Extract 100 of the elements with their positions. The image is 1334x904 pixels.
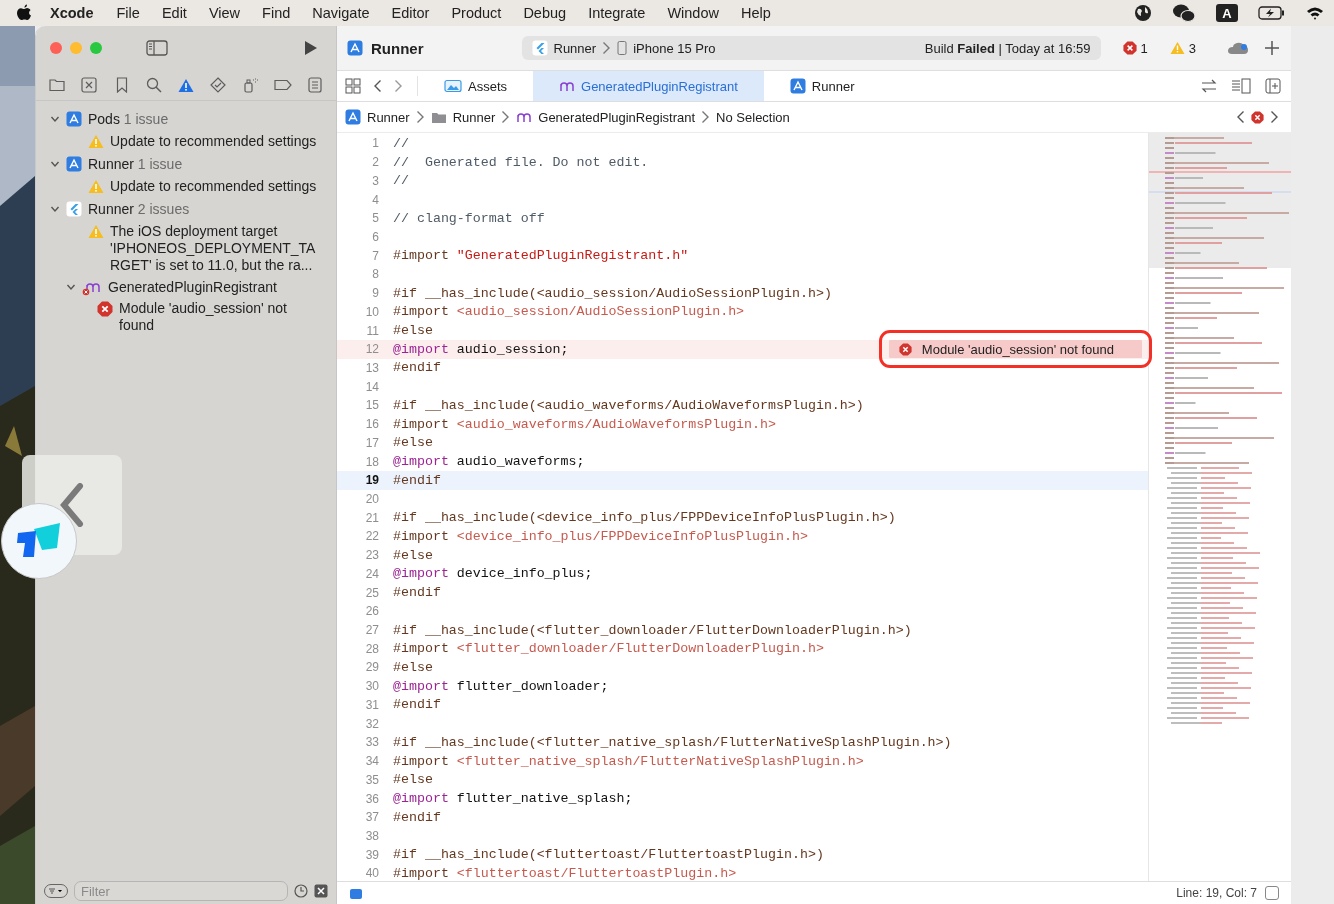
warning-count[interactable]: 3 bbox=[1188, 40, 1196, 56]
phone-icon bbox=[617, 41, 628, 55]
line-number: 22 bbox=[364, 529, 380, 544]
line-number: 34 bbox=[364, 754, 380, 769]
issue-group-title[interactable]: Runner 2 issues bbox=[88, 201, 190, 217]
line-number: 25 bbox=[364, 585, 380, 600]
editor-tab[interactable]: GeneratedPluginRegistrant bbox=[533, 71, 764, 101]
breadcrumb-item[interactable]: Runner bbox=[367, 109, 410, 125]
issue-message[interactable]: The iOS deployment target 'IPHONEOS_DEPLOYMENT_TARGET' is set to 11.0, but the ra... bbox=[110, 223, 322, 274]
search-icon bbox=[145, 77, 162, 93]
flutter-icon bbox=[66, 201, 82, 217]
line-number: 14 bbox=[364, 379, 380, 394]
line-number: 37 bbox=[364, 810, 380, 825]
tag-icon bbox=[273, 79, 292, 91]
menu-item[interactable]: Navigate bbox=[301, 5, 381, 21]
line-number: 31 bbox=[364, 697, 380, 712]
menu-item[interactable]: Find bbox=[251, 5, 302, 21]
code-line: @import audio_waveforms; bbox=[393, 454, 585, 470]
code-line: #else bbox=[393, 435, 433, 451]
app-icon bbox=[66, 111, 82, 127]
scheme-status-bar[interactable]: Runner iPhone 15 Pro Build Failed | Today at 16:59 bbox=[521, 36, 1101, 60]
code-line: #import <device_info_plus/FPPDeviceInfoPlusPlugin.h> bbox=[393, 528, 808, 544]
code-line: #if __has_include(<fluttertoast/FluttertoastPlugin.h>) bbox=[393, 847, 824, 863]
breadcrumb-item[interactable]: No Selection bbox=[716, 109, 790, 125]
line-number: 7 bbox=[371, 248, 380, 263]
error-count[interactable]: 1 bbox=[1140, 40, 1148, 56]
minimap-toggle-icon bbox=[1231, 78, 1251, 94]
code-line: #import <audio_waveforms/AudioWaveformsPlugin.h> bbox=[393, 416, 777, 432]
flutter-icon bbox=[531, 40, 548, 56]
app-icon bbox=[345, 109, 361, 125]
input-source-badge[interactable]: A bbox=[1216, 4, 1238, 22]
code-line: #else bbox=[393, 547, 433, 563]
menu-item[interactable]: Editor bbox=[380, 5, 441, 21]
chevron-right-icon bbox=[701, 110, 711, 124]
filter-menu-icon bbox=[44, 884, 68, 898]
forward-icon bbox=[394, 79, 403, 93]
breadcrumb-item[interactable]: Runner bbox=[452, 109, 496, 125]
menu-item[interactable]: Help bbox=[729, 5, 782, 21]
issue-message[interactable]: Update to recommended settings bbox=[110, 133, 322, 150]
menu-item[interactable]: Integrate bbox=[577, 5, 657, 21]
code-line: #import <flutter_downloader/FlutterDownloaderPlugin.h> bbox=[393, 641, 824, 657]
line-number: 17 bbox=[364, 435, 380, 450]
issue-group-title[interactable]: Pods 1 issue bbox=[88, 111, 169, 127]
line-number: 2 bbox=[371, 155, 380, 170]
code-line: // clang-format off bbox=[393, 210, 545, 226]
toggle-checkbox[interactable] bbox=[1265, 886, 1279, 900]
line-number: 24 bbox=[364, 566, 380, 581]
plus-icon bbox=[1265, 41, 1279, 55]
issue-group-title[interactable]: Runner 1 issue bbox=[88, 156, 183, 172]
issue-message[interactable]: Module 'audio_session' not found bbox=[119, 300, 309, 334]
line-number: 32 bbox=[364, 716, 380, 731]
menu-item[interactable]: Edit bbox=[150, 5, 198, 21]
error-annotation[interactable]: Module 'audio_session' not found bbox=[888, 340, 1142, 359]
cursor-position: Line: 19, Col: 7 bbox=[1176, 886, 1257, 900]
menu-item[interactable]: File bbox=[105, 5, 151, 21]
sidebar-toggle-icon bbox=[146, 40, 168, 56]
chevron-down-icon bbox=[50, 159, 60, 169]
menu-item[interactable]: Debug bbox=[512, 5, 578, 21]
line-number: 16 bbox=[364, 417, 380, 432]
editor-tab[interactable]: Runner bbox=[763, 71, 881, 101]
source-file-icon bbox=[559, 79, 575, 93]
line-number: 20 bbox=[364, 492, 380, 506]
warning-icon bbox=[88, 134, 104, 149]
line-number: 28 bbox=[364, 641, 380, 656]
warning-icon bbox=[178, 77, 194, 93]
bookmark-icon bbox=[115, 77, 128, 93]
code-line: #else bbox=[393, 323, 433, 339]
editor-tab[interactable]: Assets bbox=[418, 71, 533, 101]
line-number: 30 bbox=[364, 679, 380, 694]
app-icon bbox=[347, 40, 363, 56]
chevron-right-icon bbox=[602, 41, 612, 55]
clock-icon bbox=[294, 884, 308, 898]
menu-item[interactable]: Window bbox=[656, 5, 730, 21]
line-number: 3 bbox=[371, 173, 380, 188]
file-name[interactable]: GeneratedPluginRegistrant bbox=[108, 279, 277, 295]
menu-item[interactable]: Product bbox=[440, 5, 513, 21]
image-icon bbox=[444, 79, 462, 93]
error-icon bbox=[898, 342, 912, 356]
menu-item[interactable]: View bbox=[197, 5, 252, 21]
apple-icon bbox=[16, 4, 32, 22]
line-number: 4 bbox=[371, 192, 380, 207]
play-icon bbox=[304, 40, 318, 56]
chat-bubbles-icon bbox=[1172, 3, 1196, 23]
line-number: 11 bbox=[365, 323, 380, 338]
spray-can-icon bbox=[241, 77, 260, 93]
line-number: 40 bbox=[364, 866, 380, 881]
breadcrumb-item[interactable]: GeneratedPluginRegistrant bbox=[538, 109, 696, 125]
app-menu[interactable]: Xcode bbox=[32, 5, 106, 21]
line-number: 26 bbox=[364, 604, 380, 619]
error-filter-icon bbox=[314, 884, 328, 898]
code-line: #endif bbox=[393, 472, 441, 488]
line-number: 13 bbox=[364, 361, 380, 375]
code-line: #else bbox=[393, 660, 433, 675]
folder-icon bbox=[430, 110, 447, 124]
code-line: #import <flutter_native_splash/FlutterNativeSplashPlugin.h> bbox=[393, 753, 864, 769]
chevron-right-icon bbox=[501, 110, 511, 124]
battery-icon bbox=[1258, 6, 1286, 20]
issue-message[interactable]: Update to recommended settings bbox=[110, 178, 322, 195]
chevron-right-icon bbox=[415, 110, 425, 124]
filter-field[interactable]: Filter bbox=[74, 881, 288, 901]
